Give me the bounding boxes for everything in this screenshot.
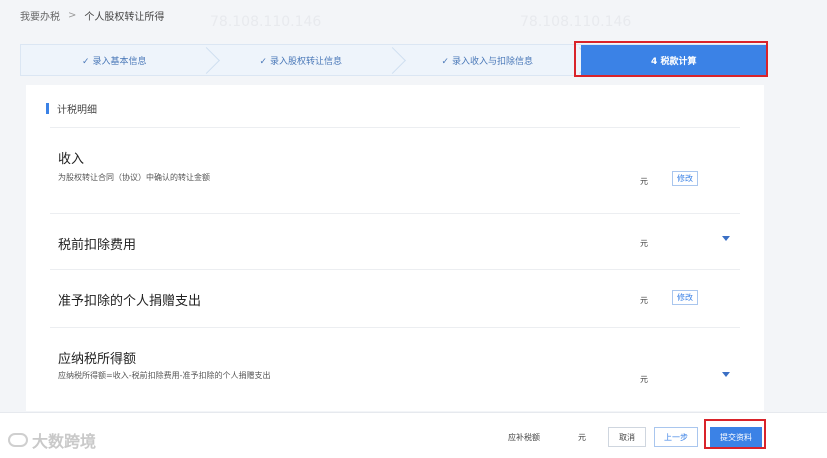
step-label: ✓ 录入收入与扣除信息 bbox=[441, 56, 533, 67]
watermark: 78.108.110.146 bbox=[520, 14, 632, 30]
step-progress: ✓ 录入基本信息 ✓ 录入股权转让信息 ✓ 录入收入与扣除信息 4 税款计算 bbox=[20, 44, 768, 76]
row-income: 收入 为股权转让合同（协议）中确认的转让金额 元 修改 bbox=[50, 127, 740, 213]
brand: 大数跨境 bbox=[8, 428, 96, 452]
breadcrumb: 我要办税 > 个人股权转让所得 bbox=[20, 8, 164, 23]
row-unit: 元 bbox=[640, 177, 648, 186]
tax-due-label: 应补税额 bbox=[508, 433, 540, 442]
edit-donation-button[interactable]: 修改 bbox=[672, 290, 698, 305]
section-title-text: 计税明细 bbox=[57, 105, 97, 116]
breadcrumb-current: 个人股权转让所得 bbox=[84, 12, 165, 23]
footer-bar: 大数跨境 应补税额 元 取消 上一步 提交资料 bbox=[0, 412, 827, 458]
row-pre-tax-deduction: 税前扣除费用 元 bbox=[50, 213, 740, 269]
step-basic-info[interactable]: ✓ 录入基本信息 bbox=[21, 45, 208, 75]
row-taxable-income: 应纳税所得额 应纳税所得额=收入-税前扣除费用-准予扣除的个人捐赠支出 元 bbox=[50, 327, 740, 411]
row-label: 准予扣除的个人捐赠支出 bbox=[58, 294, 202, 309]
row-label: 应纳税所得额 bbox=[58, 352, 137, 367]
row-note: 应纳税所得额=收入-税前扣除费用-准予扣除的个人捐赠支出 bbox=[58, 371, 271, 380]
brand-logo-icon bbox=[8, 433, 28, 447]
previous-step-button[interactable]: 上一步 bbox=[654, 427, 698, 447]
step-label: ✓ 录入基本信息 bbox=[82, 56, 147, 67]
step-equity-transfer-info[interactable]: ✓ 录入股权转让信息 bbox=[208, 45, 395, 75]
row-unit: 元 bbox=[640, 375, 648, 384]
cancel-button[interactable]: 取消 bbox=[608, 427, 646, 447]
chevron-down-icon[interactable] bbox=[722, 236, 730, 241]
chevron-down-icon[interactable] bbox=[722, 372, 730, 377]
section-marker bbox=[46, 103, 49, 114]
step-label: ✓ 录入股权转让信息 bbox=[259, 56, 342, 67]
row-unit: 元 bbox=[640, 296, 648, 305]
watermark: 78.108.110.146 bbox=[210, 14, 322, 30]
row-label: 税前扣除费用 bbox=[58, 238, 137, 253]
tax-due-unit: 元 bbox=[578, 433, 586, 442]
brand-name: 大数跨境 bbox=[32, 432, 97, 451]
breadcrumb-root[interactable]: 我要办税 bbox=[20, 8, 60, 23]
row-note: 为股权转让合同（协议）中确认的转让金额 bbox=[58, 173, 210, 182]
breadcrumb-separator: > bbox=[68, 10, 77, 21]
step-tax-calculation[interactable]: 4 税款计算 bbox=[580, 45, 767, 75]
tax-detail-card: 计税明细 收入 为股权转让合同（协议）中确认的转让金额 元 修改 税前扣除费用 … bbox=[26, 85, 764, 411]
submit-button[interactable]: 提交资料 bbox=[710, 427, 762, 447]
edit-income-button[interactable]: 修改 bbox=[672, 171, 698, 186]
row-donation-expense: 准予扣除的个人捐赠支出 元 修改 bbox=[50, 269, 740, 327]
section-title: 计税明细 bbox=[46, 101, 97, 116]
row-unit: 元 bbox=[640, 239, 648, 248]
row-label: 收入 bbox=[58, 152, 85, 167]
step-income-deduction-info[interactable]: ✓ 录入收入与扣除信息 bbox=[394, 45, 581, 75]
step-label: 4 税款计算 bbox=[651, 56, 697, 67]
